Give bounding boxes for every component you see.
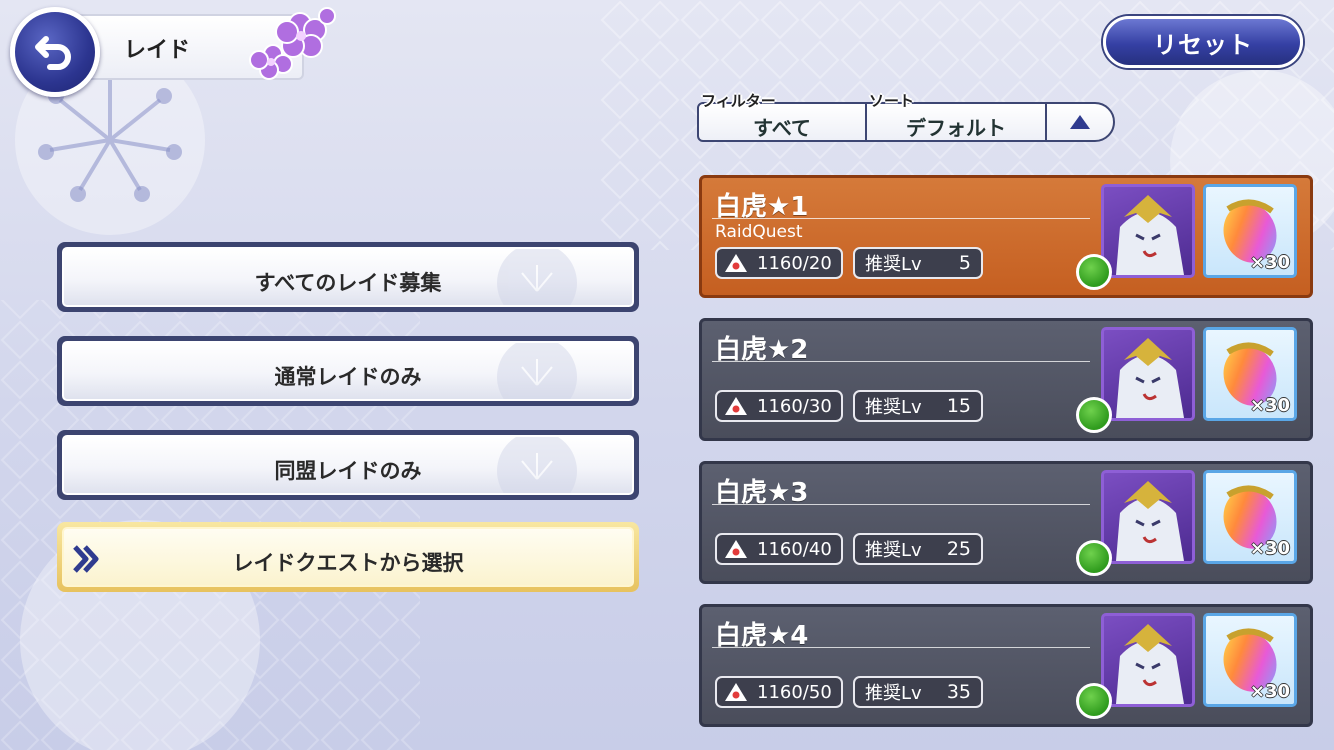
stamina-icon [725, 254, 747, 272]
sort-tag: ソート [869, 92, 915, 110]
triangle-up-icon [1070, 115, 1090, 129]
stamina-icon [725, 540, 747, 558]
white-tiger-icon [1116, 481, 1184, 561]
reward-item: ×30 [1203, 184, 1297, 278]
boss-portrait [1101, 613, 1195, 707]
recommended-level: 推奨Lv 15 [853, 390, 983, 422]
stamina-icon [725, 683, 747, 701]
stamina-cost: 1160/30 [715, 390, 843, 422]
flower-decoration-icon [249, 7, 336, 80]
reset-button[interactable]: リセット [1103, 16, 1303, 68]
stamina-cost: 1160/20 [715, 247, 843, 279]
boss-portrait [1101, 470, 1195, 564]
back-button[interactable] [10, 7, 100, 97]
wood-element-icon [1076, 397, 1112, 433]
filter-dropdown[interactable]: フィルター すべて [697, 92, 867, 142]
divider [712, 647, 1090, 648]
stamina-cost: 1160/50 [715, 676, 843, 708]
cost-value: 1160/20 [757, 252, 832, 274]
raid-card[interactable]: 白虎★1 RaidQuest 1160/20 推奨Lv 5 ×30 [699, 175, 1313, 298]
level-label: 推奨Lv [865, 397, 922, 418]
raid-card[interactable]: 白虎★2 1160/30 推奨Lv 15 ×30 [699, 318, 1313, 441]
page-title: レイド [124, 38, 191, 63]
menu-label: すべてのレイド募集 [254, 271, 442, 295]
back-arrow-icon [35, 36, 71, 70]
white-tiger-icon [1116, 624, 1184, 704]
recommended-level: 推奨Lv 25 [853, 533, 983, 565]
level-label: 推奨Lv [865, 254, 922, 275]
raid-card[interactable]: 白虎★4 1160/50 推奨Lv 35 ×30 [699, 604, 1313, 727]
reward-quantity: ×30 [1249, 538, 1290, 559]
menu-button-face: レイドクエストから選択 [62, 527, 634, 587]
menu-select-from-raid-quest-button[interactable]: レイドクエストから選択 [57, 522, 639, 592]
sort-order-button[interactable] [1045, 102, 1115, 142]
stamina-icon [725, 397, 747, 415]
filter-value: すべて [753, 116, 811, 140]
reward-quantity: ×30 [1249, 681, 1290, 702]
recommended-level: 推奨Lv 35 [853, 676, 983, 708]
sort-dropdown[interactable]: ソート デフォルト [865, 92, 1047, 142]
cost-value: 1160/30 [757, 395, 832, 417]
level-value: 5 [958, 252, 971, 274]
menu-button-face: すべてのレイド募集 [62, 247, 634, 307]
raid-card[interactable]: 白虎★3 1160/40 推奨Lv 25 ×30 [699, 461, 1313, 584]
filter-sort-bar: フィルター すべて ソート デフォルト [697, 88, 1127, 146]
level-label: 推奨Lv [865, 683, 922, 704]
filter-tag: フィルター [701, 92, 776, 110]
wood-element-icon [1076, 540, 1112, 576]
cost-value: 1160/40 [757, 538, 832, 560]
reward-quantity: ×30 [1249, 252, 1290, 273]
menu-normal-raids-button[interactable]: 通常レイドのみ [57, 336, 639, 406]
boss-portrait [1101, 184, 1195, 278]
wood-element-icon [1076, 683, 1112, 719]
wood-element-icon [1076, 254, 1112, 290]
menu-button-face: 同盟レイドのみ [62, 435, 634, 495]
stamina-cost: 1160/40 [715, 533, 843, 565]
divider [712, 504, 1090, 505]
menu-label: 同盟レイドのみ [274, 459, 422, 483]
white-tiger-icon [1116, 338, 1184, 418]
level-value: 35 [946, 681, 971, 703]
recommended-level: 推奨Lv 5 [853, 247, 983, 279]
cost-value: 1160/50 [757, 681, 832, 703]
reward-quantity: ×30 [1249, 395, 1290, 416]
menu-alliance-raids-button[interactable]: 同盟レイドのみ [57, 430, 639, 500]
sort-value: デフォルト [906, 116, 1006, 140]
divider [712, 361, 1090, 362]
reward-item: ×30 [1203, 470, 1297, 564]
menu-all-raids-button[interactable]: すべてのレイド募集 [57, 242, 639, 312]
menu-label: レイドクエストから選択 [232, 551, 464, 575]
level-value: 15 [946, 395, 971, 417]
white-tiger-icon [1116, 195, 1184, 275]
raid-subtitle: RaidQuest [715, 222, 803, 242]
reward-item: ×30 [1203, 613, 1297, 707]
menu-button-face: 通常レイドのみ [62, 341, 634, 401]
divider [712, 218, 1090, 219]
level-label: 推奨Lv [865, 540, 922, 561]
level-value: 25 [946, 538, 971, 560]
menu-label: 通常レイドのみ [274, 365, 422, 389]
reward-item: ×30 [1203, 327, 1297, 421]
boss-portrait [1101, 327, 1195, 421]
